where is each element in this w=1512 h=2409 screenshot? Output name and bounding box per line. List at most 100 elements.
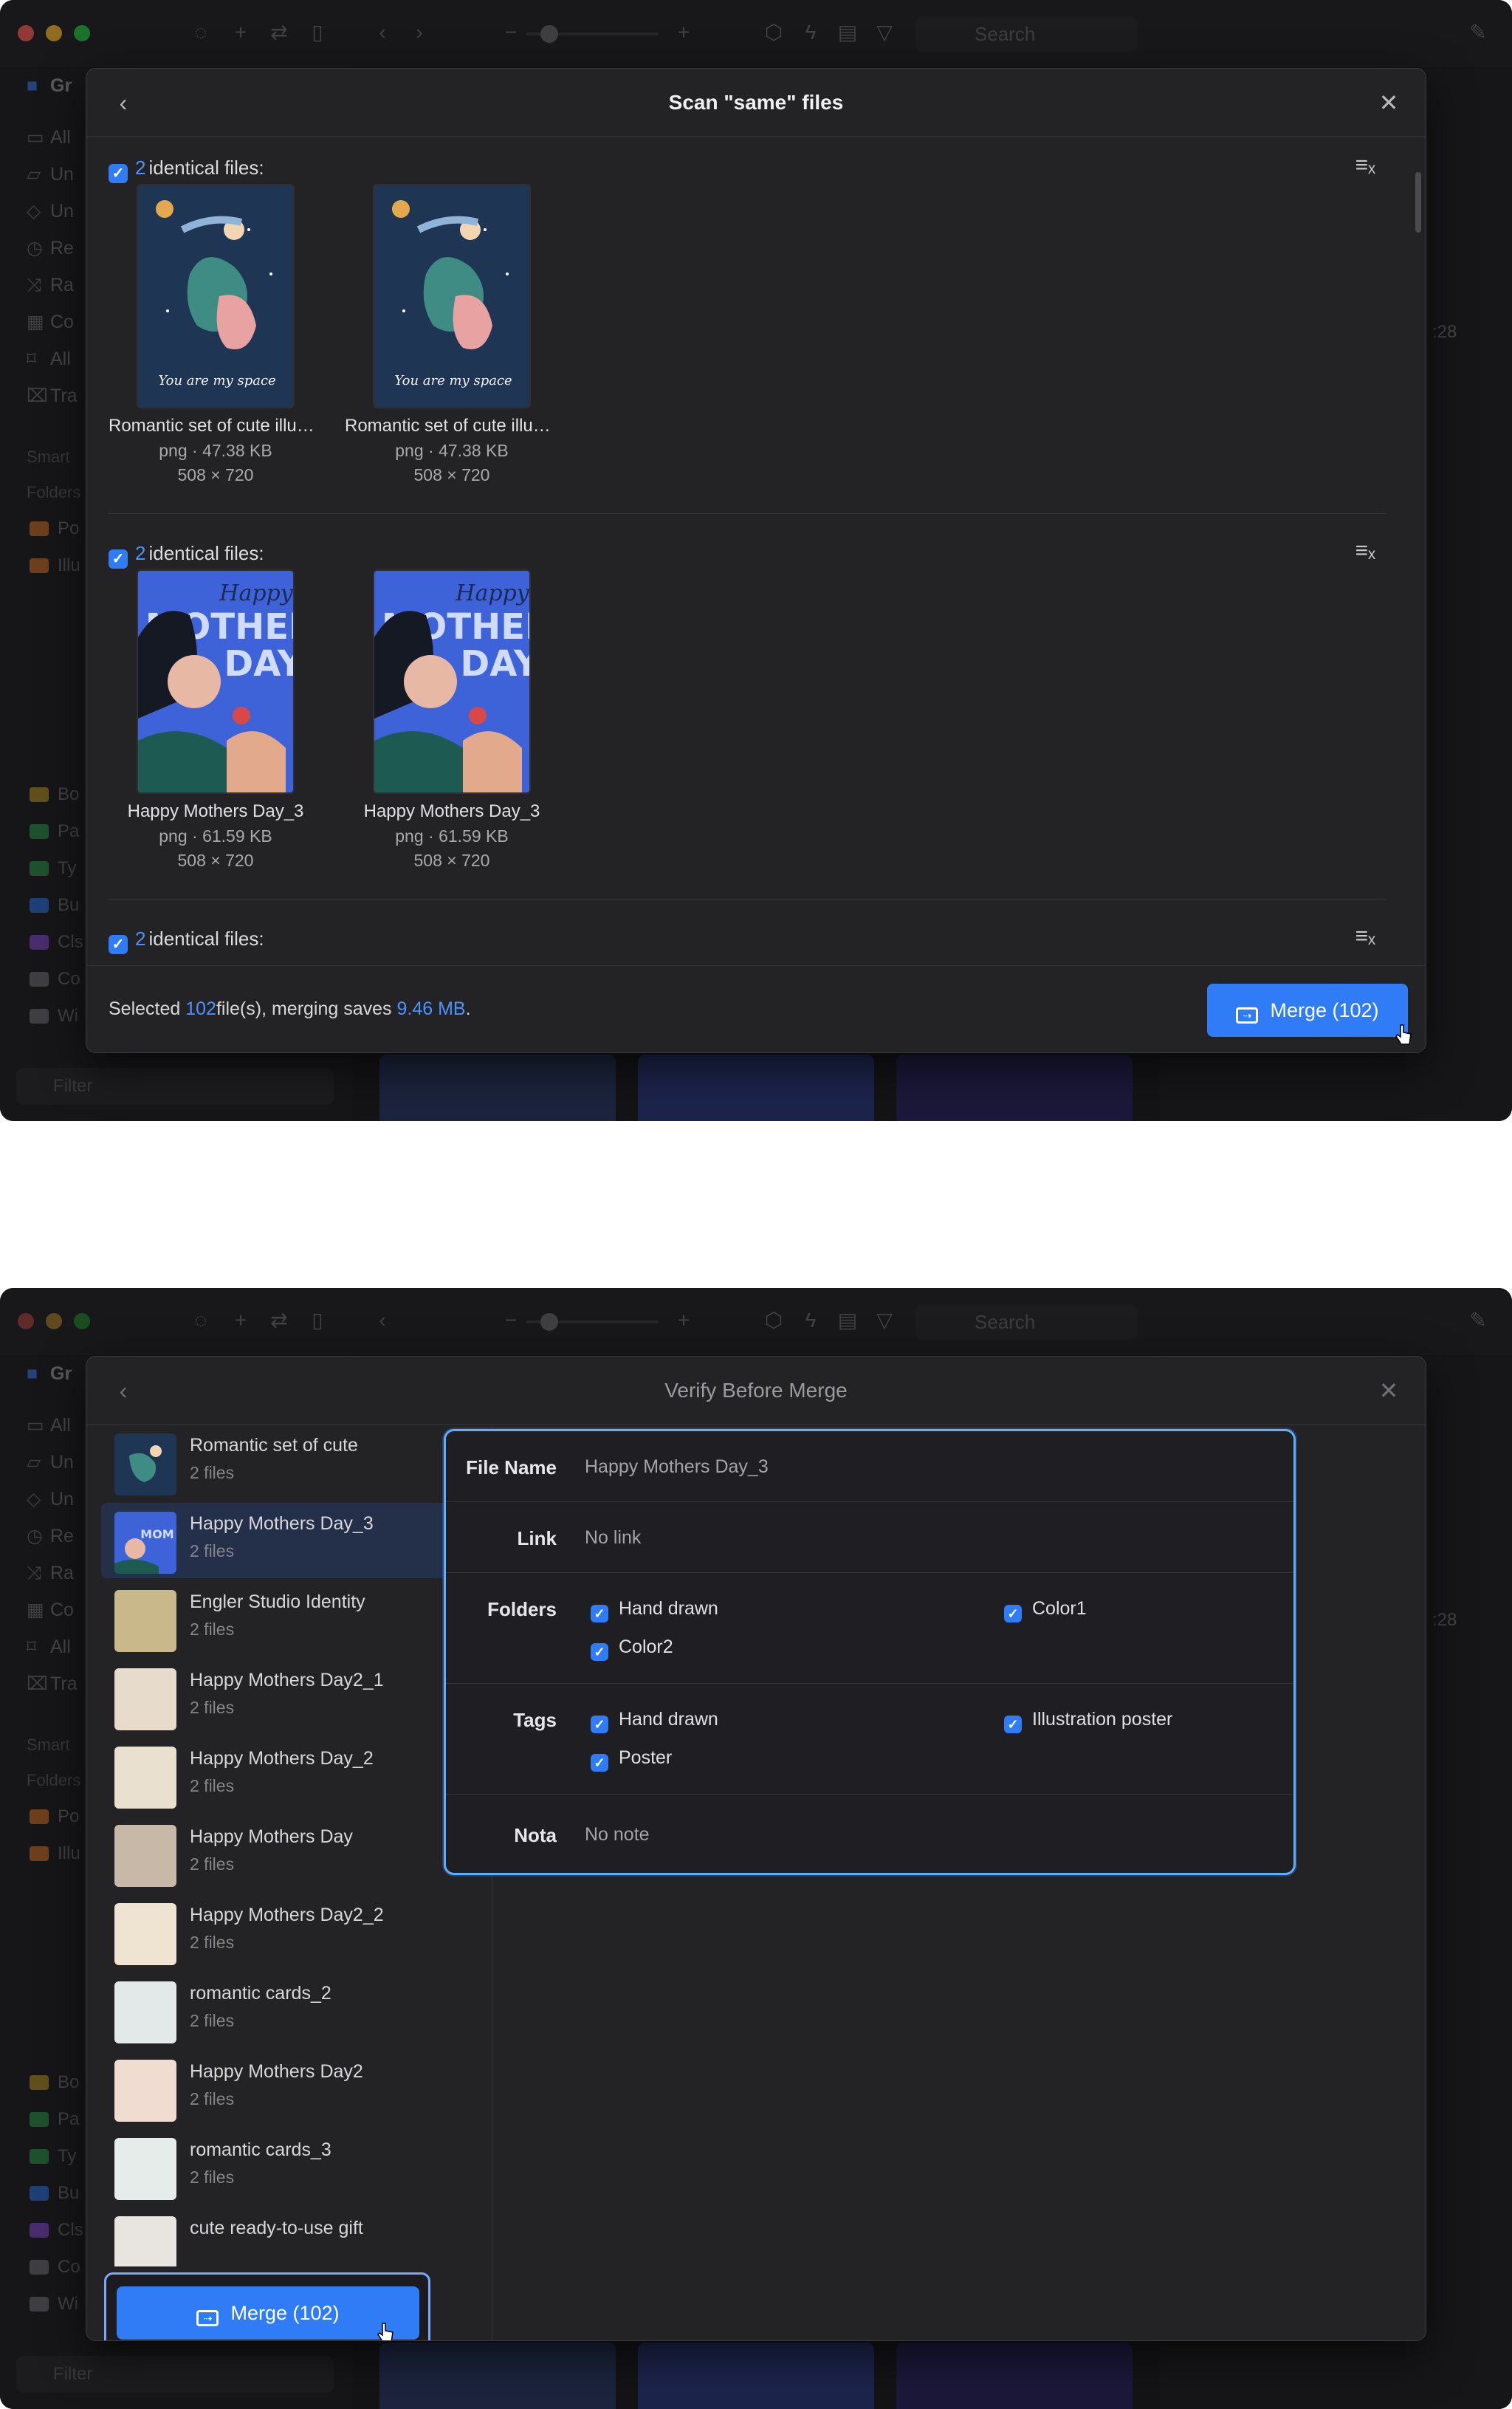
svg-text:DAY: DAY (460, 643, 531, 685)
file-thumbnail[interactable]: You are my space (373, 184, 531, 408)
clear-list-icon[interactable]: ≡ₓ (1355, 153, 1375, 178)
close-icon[interactable]: ✕ (1374, 86, 1403, 119)
dialog-header: ‹ Verify Before Merge ✕ (86, 1357, 1426, 1425)
list-item[interactable]: Engler Studio Identity 2 files (101, 1581, 481, 1656)
checkbox[interactable]: ✓ (1004, 1716, 1022, 1733)
duplicate-group: ✓ 2identical files: ≡ₓ HappyMOTHER'SDAY H… (109, 538, 1386, 899)
item-thumbnail (114, 1668, 176, 1730)
duplicate-group: ✓ 2 identical files: ≡ₓ You are my space R… (109, 153, 1386, 514)
folders-label: Folders (487, 1598, 557, 1620)
checkbox[interactable]: ✓ (591, 1605, 608, 1622)
tags-label: Tags (513, 1709, 557, 1731)
item-name: Romantic set of cute (190, 1435, 358, 1456)
checkbox[interactable]: ✓ (591, 1643, 608, 1661)
item-count: 2 files (190, 2168, 235, 2187)
selected-count: 102 (185, 998, 216, 1019)
group-divider (109, 513, 1386, 514)
file-name-value[interactable]: Happy Mothers Day_3 (585, 1456, 769, 1478)
merge-icon: ⇢ (1236, 1007, 1259, 1024)
merge-button[interactable]: ⇢ Merge (102) (1207, 984, 1408, 1037)
item-thumbnail (114, 1590, 176, 1652)
merge-button[interactable]: ⇢ Merge (102) (117, 2286, 419, 2340)
item-name: Happy Mothers Day_2 (190, 1748, 374, 1769)
list-item[interactable]: Happy Mothers Day2_1 2 files (101, 1659, 481, 1735)
link-label: Link (517, 1527, 557, 1549)
folders-row: Folders ✓ Hand drawn ✓ Color1 ✓ Color2 (446, 1573, 1293, 1684)
file-meta: png · 47.38 KB (159, 441, 272, 460)
item-name: Happy Mothers Day_3 (190, 1513, 374, 1534)
clear-list-icon[interactable]: ≡ₓ (1355, 924, 1375, 949)
checkbox[interactable]: ✓ (591, 1754, 608, 1772)
file-name: Happy Mothers Day_3 (363, 801, 540, 821)
item-name: Happy Mothers Day (190, 1826, 353, 1847)
group-count: 2 (135, 157, 146, 179)
checkbox[interactable]: ✓ (591, 1716, 608, 1733)
file-card[interactable]: You are my space Romantic set of cute il… (345, 184, 559, 485)
list-item-selected[interactable]: MOM Happy Mothers Day_3 2 files (101, 1503, 481, 1578)
dialog-footer: Selected 102file(s), merging saves 9.46 … (86, 965, 1426, 1052)
link-row: Link No link (446, 1502, 1293, 1573)
list-item[interactable]: Romantic set of cute 2 files (101, 1425, 481, 1500)
scrollbar[interactable] (1415, 172, 1421, 233)
file-thumbnail[interactable]: HappyMOTHER'SDAY (137, 569, 295, 794)
item-name: romantic cards_3 (190, 2139, 331, 2160)
group-header: ✓ 2 identical files: (109, 924, 264, 954)
group-checkbox[interactable]: ✓ (109, 935, 128, 954)
item-count: 2 files (190, 1698, 235, 1717)
tag-option[interactable]: ✓ Poster (591, 1747, 672, 1772)
item-thumbnail (114, 2060, 176, 2122)
item-count: 2 files (190, 1541, 235, 1560)
group-label: identical files: (148, 157, 264, 179)
item-name: Happy Mothers Day2_2 (190, 1905, 384, 1925)
list-item[interactable]: Happy Mothers Day_2 2 files (101, 1738, 481, 1813)
file-card[interactable]: HappyMOTHER'SDAY Happy Mothers Day_3 png… (345, 569, 559, 871)
close-icon[interactable]: ✕ (1374, 1374, 1403, 1407)
file-card[interactable]: You are my space Romantic set of cute il… (109, 184, 323, 485)
list-item[interactable]: Happy Mothers Day2 2 files (101, 2051, 481, 2126)
checkbox[interactable]: ✓ (1004, 1605, 1022, 1622)
merge-detail-panel: File Name Happy Mothers Day_3 Link No li… (444, 1429, 1296, 1875)
group-count: 2 (135, 928, 146, 950)
clear-list-icon[interactable]: ≡ₓ (1355, 538, 1375, 563)
item-thumbnail (114, 2216, 176, 2266)
file-thumbnail[interactable]: You are my space (137, 184, 295, 408)
list-item[interactable]: Happy Mothers Day 2 files (101, 1816, 481, 1891)
link-value[interactable]: No link (585, 1527, 641, 1549)
file-thumbnail[interactable]: HappyMOTHER'SDAY (373, 569, 531, 794)
verify-window: ◌ + ⇄ ▯ ‹ − + ⬡ ϟ ▤ ▽ Search ✎ ■ Gr ▭ All … (0, 1288, 1512, 2409)
duplicate-group: ✓ 2 identical files: ≡ₓ (109, 924, 1386, 968)
merge-icon: ⇢ (196, 2310, 219, 2326)
file-card[interactable]: HappyMOTHER'SDAY Happy Mothers Day_3 png… (109, 569, 323, 871)
svg-text:Happy: Happy (455, 580, 529, 606)
item-thumbnail (114, 1825, 176, 1887)
hand-cursor-icon (377, 2323, 394, 2340)
merge-group-list: Romantic set of cute 2 files MOM Happy M… (101, 1425, 503, 2340)
folder-option[interactable]: ✓ Hand drawn (591, 1598, 718, 1622)
scan-window: ◌ + ⇄ ▯ ‹ › − + ⬡ ϟ ▤ ▽ Search ✎ ■ Gr ▭ Al… (0, 0, 1512, 1121)
list-item[interactable]: cute ready-to-use gift (101, 2207, 481, 2266)
item-thumbnail (114, 1747, 176, 1809)
tag-option[interactable]: ✓ Illustration poster (1004, 1709, 1172, 1733)
note-row: Nota No note (446, 1795, 1293, 1873)
merge-button-highlight: ⇢ Merge (102) (104, 2272, 430, 2340)
file-name: Romantic set of cute illust... (109, 416, 323, 436)
note-value[interactable]: No note (585, 1824, 650, 1846)
group-count: 2 (135, 542, 146, 564)
list-item[interactable]: romantic cards_3 2 files (101, 2129, 481, 2204)
item-count: 2 files (190, 1854, 235, 1874)
item-name: Engler Studio Identity (190, 1591, 365, 1612)
folder-option[interactable]: ✓ Color1 (1004, 1598, 1087, 1622)
item-thumbnail (114, 1433, 176, 1495)
list-item[interactable]: romantic cards_2 2 files (101, 1973, 481, 2048)
item-name: Happy Mothers Day2 (190, 2061, 363, 2082)
folder-option[interactable]: ✓ Color2 (591, 1637, 673, 1661)
file-dimensions: 508 × 720 (413, 465, 490, 484)
group-checkbox[interactable]: ✓ (109, 164, 128, 183)
group-header: ✓ 2 identical files: (109, 153, 264, 183)
list-item[interactable]: Happy Mothers Day2_2 2 files (101, 1894, 481, 1970)
tags-row: Tags ✓ Hand drawn ✓ Illustration poster ✓ P… (446, 1684, 1293, 1795)
file-dimensions: 508 × 720 (177, 851, 254, 870)
tag-option[interactable]: ✓ Hand drawn (591, 1709, 718, 1733)
file-meta: png · 61.59 KB (395, 826, 509, 846)
group-checkbox[interactable]: ✓ (109, 549, 128, 569)
